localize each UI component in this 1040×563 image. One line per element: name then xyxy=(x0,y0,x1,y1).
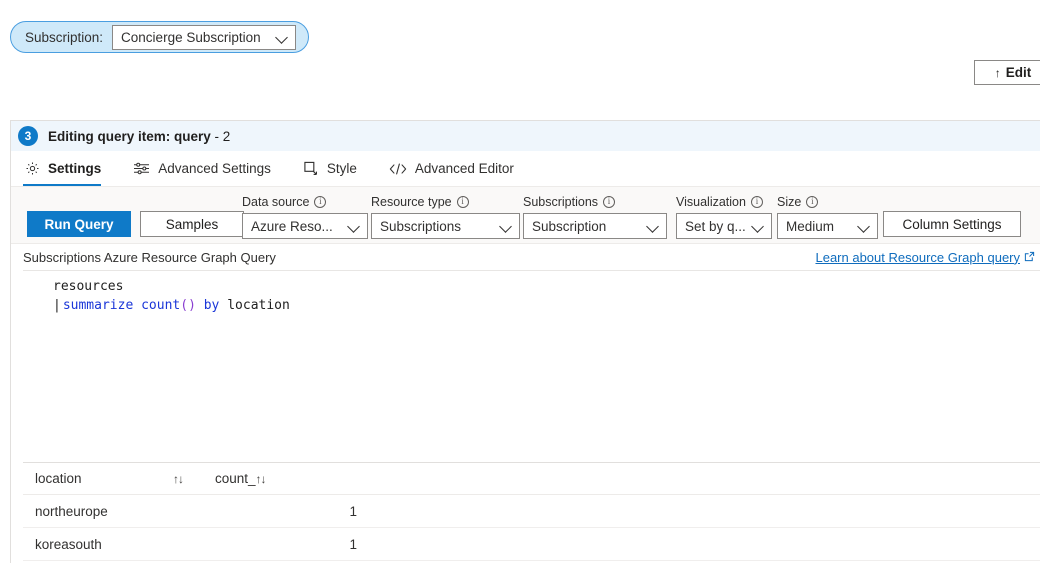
resource-type-label: Resource type xyxy=(371,194,452,209)
query-meta-row: Subscriptions Azure Resource Graph Query… xyxy=(11,244,1040,270)
column-header-count[interactable]: count_ ↑↓ xyxy=(215,471,325,486)
tab-advanced-editor-label: Advanced Editor xyxy=(414,161,514,176)
learn-link-label: Learn about Resource Graph query xyxy=(815,249,1020,265)
info-icon[interactable]: i xyxy=(603,195,616,208)
samples-button[interactable]: Samples xyxy=(140,211,244,237)
tab-settings-label: Settings xyxy=(48,161,102,176)
sliders-icon xyxy=(133,161,150,176)
data-source-label-row: Data source i xyxy=(242,193,368,210)
size-group: Size i Medium xyxy=(777,193,878,239)
subscriptions-group: Subscriptions i Subscription xyxy=(523,193,667,239)
up-arrow-icon: ↑ xyxy=(994,65,1001,80)
resource-type-label-row: Resource type i xyxy=(371,193,520,210)
code-keyword-summarize: summarize xyxy=(62,298,134,313)
resource-type-group: Resource type i Subscriptions xyxy=(371,193,520,239)
tab-settings[interactable]: Settings xyxy=(23,151,115,186)
column-settings-button[interactable]: Column Settings xyxy=(883,211,1021,237)
subscription-select-value: Concierge Subscription xyxy=(121,29,261,45)
panel-header: 3 Editing query item: query - 2 xyxy=(11,121,1040,151)
style-square-icon xyxy=(303,161,319,176)
edit-button-label: Edit xyxy=(1005,65,1032,80)
run-query-group: Run Query xyxy=(27,211,131,237)
resource-type-select[interactable]: Subscriptions xyxy=(371,213,520,239)
chevron-down-icon xyxy=(501,221,512,232)
page-title-suffix: - 2 xyxy=(210,128,231,144)
results-table: location ↑↓ count_ ↑↓ northeurope 1 kore… xyxy=(23,462,1040,561)
query-description: Subscriptions Azure Resource Graph Query xyxy=(23,249,276,265)
table-header-row: location ↑↓ count_ ↑↓ xyxy=(23,463,1040,495)
gear-icon xyxy=(25,161,40,176)
page-title: Editing query item: query - 2 xyxy=(48,129,230,144)
column-settings-group: Column Settings xyxy=(883,211,1021,237)
size-select[interactable]: Medium xyxy=(777,213,878,239)
size-label-row: Size i xyxy=(777,193,878,210)
subscriptions-label: Subscriptions xyxy=(523,194,599,209)
run-query-button[interactable]: Run Query xyxy=(27,211,131,237)
data-source-group: Data source i Azure Reso... xyxy=(242,193,368,239)
sort-arrows-icon: ↑↓ xyxy=(255,471,267,486)
data-source-select[interactable]: Azure Reso... xyxy=(242,213,368,239)
subscription-filter-pill: Subscription: Concierge Subscription xyxy=(10,21,309,53)
step-number-badge: 3 xyxy=(18,126,38,146)
code-pipe: | xyxy=(53,298,61,313)
cell-location: koreasouth xyxy=(35,536,102,552)
code-field-location: location xyxy=(227,298,290,313)
visualization-select[interactable]: Set by q... xyxy=(676,213,772,239)
code-keyword-by: by xyxy=(203,298,220,313)
external-link-icon xyxy=(1024,250,1035,265)
subscriptions-label-row: Subscriptions i xyxy=(523,193,667,210)
cell-count: 1 xyxy=(349,536,357,552)
column-header-count-label: count_ xyxy=(215,471,256,486)
visualization-group: Visualization i Set by q... xyxy=(676,193,772,239)
info-icon[interactable]: i xyxy=(456,195,469,208)
learn-about-resource-graph-query-link[interactable]: Learn about Resource Graph query xyxy=(815,250,1039,265)
chevron-down-icon xyxy=(859,221,870,232)
subscriptions-select[interactable]: Subscription xyxy=(523,213,667,239)
visualization-label-row: Visualization i xyxy=(676,193,772,210)
table-row[interactable]: northeurope 1 xyxy=(23,495,1040,528)
column-header-location[interactable]: location xyxy=(23,471,173,486)
panel-tabs: Settings Advanced Settings Style Advance… xyxy=(11,151,1040,187)
chevron-down-icon xyxy=(648,221,659,232)
data-source-label: Data source xyxy=(242,194,310,209)
code-brackets-icon xyxy=(389,162,407,176)
tab-advanced-settings-label: Advanced Settings xyxy=(158,161,271,176)
tab-advanced-editor[interactable]: Advanced Editor xyxy=(387,151,528,186)
code-line-2: | summarize count() by location xyxy=(23,296,1040,315)
info-icon[interactable]: i xyxy=(806,195,819,208)
info-icon[interactable]: i xyxy=(750,195,763,208)
subscription-select[interactable]: Concierge Subscription xyxy=(112,24,296,50)
query-code-editor[interactable]: resources | summarize count() by locatio… xyxy=(23,270,1040,462)
resource-type-value: Subscriptions xyxy=(380,218,462,234)
editing-query-panel: 3 Editing query item: query - 2 Settings… xyxy=(10,120,1040,563)
tab-style-label: Style xyxy=(326,161,357,176)
chevron-down-icon xyxy=(349,221,360,232)
chevron-down-icon xyxy=(753,221,764,232)
query-toolbar: Run Query Samples Data source i Azure Re… xyxy=(11,187,1040,244)
table-row[interactable]: koreasouth 1 xyxy=(23,528,1040,561)
page-title-main: Editing query item: query xyxy=(48,128,211,144)
visualization-label: Visualization xyxy=(676,194,746,209)
code-parens: () xyxy=(180,298,196,313)
size-label: Size xyxy=(777,194,802,209)
subscription-label: Subscription: xyxy=(25,29,104,45)
cell-count: 1 xyxy=(349,503,357,519)
sort-arrows-icon[interactable]: ↑↓ xyxy=(173,472,215,486)
visualization-value: Set by q... xyxy=(685,218,746,234)
tab-advanced-settings[interactable]: Advanced Settings xyxy=(131,151,285,186)
size-value: Medium xyxy=(786,218,835,234)
code-function-count: count xyxy=(141,298,181,313)
info-icon[interactable]: i xyxy=(314,195,327,208)
code-line-1: resources xyxy=(53,279,124,294)
cell-location: northeurope xyxy=(35,503,108,519)
samples-group: Samples xyxy=(140,211,244,237)
edit-button[interactable]: ↑ Edit xyxy=(974,60,1040,85)
chevron-down-icon xyxy=(277,32,288,43)
data-source-value: Azure Reso... xyxy=(251,218,333,234)
tab-style[interactable]: Style xyxy=(301,151,371,186)
subscriptions-value: Subscription xyxy=(532,218,607,234)
